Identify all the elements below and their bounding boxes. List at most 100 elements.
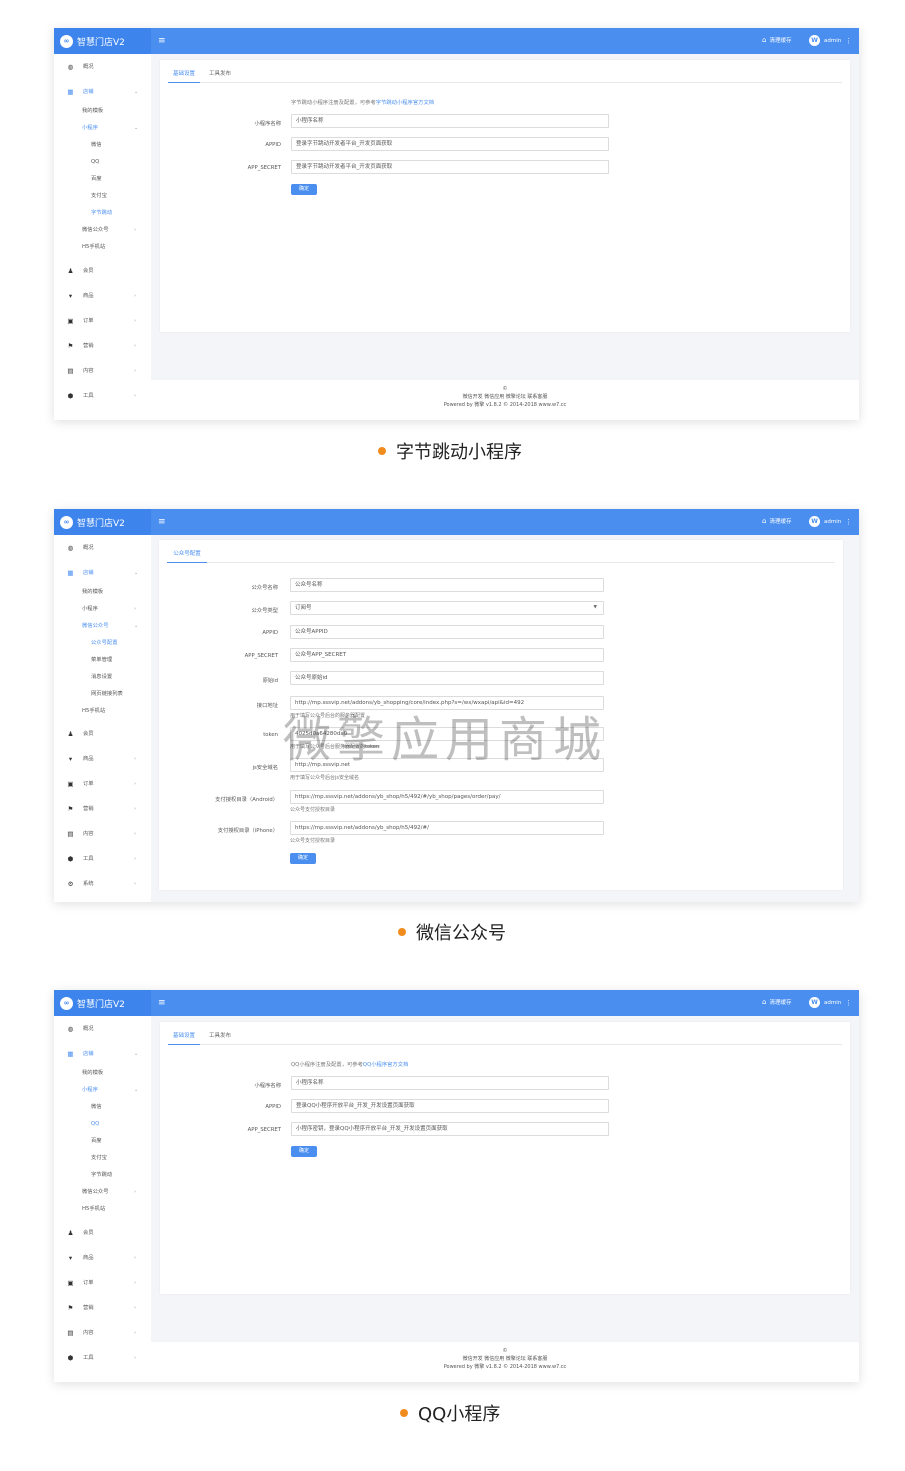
sidebar-item-my-templates[interactable]: 我的模板 bbox=[54, 1066, 151, 1080]
sidebar-item-orders[interactable]: ▣ 订单 › bbox=[54, 314, 151, 328]
app-secret-input[interactable]: 公众号APP_SECRET bbox=[290, 648, 604, 662]
sidebar-item-wechat[interactable]: 微信 bbox=[54, 1100, 151, 1114]
menu-toggle-icon[interactable]: ≡ bbox=[158, 516, 166, 528]
sidebar-item-label: 公众号配置 bbox=[91, 640, 118, 646]
sidebar-item-members[interactable]: ♟ 会员 bbox=[54, 727, 151, 741]
sidebar-item-baidu[interactable]: 百度 bbox=[54, 1134, 151, 1148]
sidebar-item-content[interactable]: ▤ 内容 › bbox=[54, 364, 151, 378]
sidebar-item-marketing[interactable]: ⚑ 营销 › bbox=[54, 1301, 151, 1315]
footer-links[interactable]: 微信开发 微信应用 微擎论坛 联系客服 bbox=[151, 1355, 859, 1363]
sidebar-item-store[interactable]: ▦ 店铺 ⌄ bbox=[54, 566, 151, 580]
clear-cache-button[interactable]: ⌂ 清理缓存 bbox=[762, 517, 791, 525]
tab-tool-publish[interactable]: 工具发布 bbox=[204, 1028, 236, 1045]
sidebar-item-account-config[interactable]: 公众号配置 bbox=[54, 636, 151, 650]
sidebar-item-store[interactable]: ▦ 店铺 ⌄ bbox=[54, 1047, 151, 1061]
sidebar-item-qq[interactable]: QQ bbox=[54, 1117, 151, 1131]
sidebar-item-alipay[interactable]: 支付宝 bbox=[54, 189, 151, 203]
sidebar-item-system[interactable]: ⚙ 系统 › bbox=[54, 877, 151, 891]
app-secret-input[interactable]: 登录字节跳动开发者平台_开发页面获取 bbox=[291, 160, 609, 174]
sidebar-item-label: 系统 bbox=[83, 881, 94, 887]
appid-input[interactable]: 公众号APPID bbox=[290, 625, 604, 639]
sidebar-item-menu-management[interactable]: 菜单管理 bbox=[54, 653, 151, 667]
sidebar-item-tools[interactable]: ⬢ 工具 › bbox=[54, 852, 151, 866]
app-secret-input[interactable]: 小程序密钥，登录QQ小程序开放平台_开发_开发设置页面获取 bbox=[291, 1122, 609, 1136]
sidebar-item-goods[interactable]: ▾ 商品 › bbox=[54, 752, 151, 766]
user-menu[interactable]: W admin ⋮ bbox=[809, 997, 852, 1008]
sidebar-item-orders[interactable]: ▣ 订单 › bbox=[54, 1276, 151, 1290]
sidebar-item-bytedance[interactable]: 字节跳动 bbox=[54, 1168, 151, 1182]
appid-input[interactable]: 登录QQ小程序开放平台_开发_开发设置页面获取 bbox=[291, 1099, 609, 1113]
sidebar-item-baidu[interactable]: 百度 bbox=[54, 172, 151, 186]
sidebar-item-goods[interactable]: ▾ 商品 › bbox=[54, 289, 151, 303]
sidebar-item-label: 字节跳动 bbox=[91, 1172, 113, 1178]
user-menu[interactable]: W admin ⋮ bbox=[809, 35, 852, 46]
sidebar-item-h5-site[interactable]: H5手机站 bbox=[54, 1202, 151, 1216]
submit-button[interactable]: 确定 bbox=[291, 1146, 317, 1157]
user-menu[interactable]: W admin ⋮ bbox=[809, 516, 852, 527]
clear-cache-button[interactable]: ⌂ 清理缓存 bbox=[762, 998, 791, 1006]
sidebar-item-tools[interactable]: ⬢ 工具 › bbox=[54, 389, 151, 403]
sidebar-item-overview[interactable]: ◍ 概况 bbox=[54, 1022, 151, 1036]
sidebar-item-my-templates[interactable]: 我的模板 bbox=[54, 585, 151, 599]
sidebar-item-official-account[interactable]: 微信公众号 › bbox=[54, 223, 151, 237]
account-type-select[interactable]: 订阅号 ▼ bbox=[290, 601, 604, 615]
clear-cache-button[interactable]: ⌂ 清理缓存 bbox=[762, 36, 791, 44]
brand-logo-icon: ∞ bbox=[60, 515, 73, 529]
sidebar-item-marketing[interactable]: ⚑ 营销 › bbox=[54, 802, 151, 816]
menu-toggle-icon[interactable]: ≡ bbox=[158, 997, 166, 1009]
sidebar-item-overview[interactable]: ◍ 概况 bbox=[54, 60, 151, 74]
sidebar-item-content[interactable]: ▤ 内容 › bbox=[54, 827, 151, 841]
sidebar-item-label: 微信公众号 bbox=[82, 1189, 109, 1195]
more-vert-icon[interactable]: ⋮ bbox=[845, 37, 852, 45]
sidebar-item-mini-program[interactable]: 小程序 ⌄ bbox=[54, 121, 151, 135]
account-name-input[interactable]: 公众号名称 bbox=[290, 578, 604, 592]
more-vert-icon[interactable]: ⋮ bbox=[845, 518, 852, 526]
sidebar-item-overview[interactable]: ◍ 概况 bbox=[54, 541, 151, 555]
sidebar-item-alipay[interactable]: 支付宝 bbox=[54, 1151, 151, 1165]
sidebar-item-orders[interactable]: ▣ 订单 › bbox=[54, 777, 151, 791]
caption-dot bbox=[398, 928, 406, 936]
sidebar-item-mini-program[interactable]: 小程序 › bbox=[54, 602, 151, 616]
sidebar-item-goods[interactable]: ▾ 商品 › bbox=[54, 1251, 151, 1265]
pay-dir-android-input[interactable]: https://mp.sssvip.net/addons/yb_shop/h5/… bbox=[290, 790, 604, 804]
sidebar-item-members[interactable]: ♟ 会员 bbox=[54, 1226, 151, 1240]
docs-link[interactable]: 字节跳动小程序官方文档 bbox=[376, 100, 434, 106]
sidebar-item-my-templates[interactable]: 我的模板 bbox=[54, 104, 151, 118]
tab-basic-settings[interactable]: 基础设置 bbox=[168, 1028, 200, 1045]
footer-links[interactable]: 微信开发 微信应用 微擎论坛 联系客服 bbox=[151, 393, 859, 401]
sidebar-item-h5-site[interactable]: H5手机站 bbox=[54, 240, 151, 254]
sidebar-item-official-account[interactable]: 微信公众号 ⌄ bbox=[54, 619, 151, 633]
submit-button[interactable]: 确定 bbox=[290, 853, 316, 864]
brand[interactable]: ∞ 智慧门店V2 bbox=[54, 509, 151, 535]
mini-program-name-input[interactable]: 小程序名称 bbox=[291, 114, 609, 128]
sidebar-item-marketing[interactable]: ⚑ 营销 › bbox=[54, 339, 151, 353]
sidebar-item-official-account[interactable]: 微信公众号 › bbox=[54, 1185, 151, 1199]
tab-tool-publish[interactable]: 工具发布 bbox=[204, 66, 236, 83]
sidebar-item-store[interactable]: ▦ 店铺 ⌄ bbox=[54, 85, 151, 99]
sidebar-item-members[interactable]: ♟ 会员 bbox=[54, 264, 151, 278]
brand[interactable]: ∞ 智慧门店V2 bbox=[54, 28, 151, 54]
appid-input[interactable]: 登录字节跳动开发者平台_开发页面获取 bbox=[291, 137, 609, 151]
document-icon: ▤ bbox=[67, 367, 74, 375]
sidebar-item-mini-program[interactable]: 小程序 ⌄ bbox=[54, 1083, 151, 1097]
sidebar-item-content[interactable]: ▤ 内容 › bbox=[54, 1326, 151, 1340]
chevron-down-icon: ⌄ bbox=[134, 125, 139, 131]
mini-program-name-input[interactable]: 小程序名称 bbox=[291, 1076, 609, 1090]
sidebar-item-bytedance[interactable]: 字节跳动 bbox=[54, 206, 151, 220]
sidebar-item-message-settings[interactable]: 消息设置 bbox=[54, 670, 151, 684]
more-vert-icon[interactable]: ⋮ bbox=[845, 999, 852, 1007]
pay-dir-iphone-input[interactable]: https://mp.sssvip.net/addons/yb_shop/h5/… bbox=[290, 821, 604, 835]
sidebar-item-tools[interactable]: ⬢ 工具 › bbox=[54, 1351, 151, 1365]
field-label: APP_SECRET bbox=[244, 653, 278, 659]
tab-account-config[interactable]: 公众号配置 bbox=[167, 546, 207, 563]
brand[interactable]: ∞ 智慧门店V2 bbox=[54, 990, 151, 1016]
menu-toggle-icon[interactable]: ≡ bbox=[158, 35, 166, 47]
sidebar-item-wechat[interactable]: 微信 bbox=[54, 138, 151, 152]
tab-basic-settings[interactable]: 基础设置 bbox=[168, 66, 200, 83]
sidebar-item-h5-site[interactable]: H5手机站 bbox=[54, 704, 151, 718]
sidebar-item-link-list[interactable]: 网页链接列表 bbox=[54, 687, 151, 701]
original-id-input[interactable]: 公众号原始id bbox=[290, 671, 604, 685]
docs-link[interactable]: QQ小程序官方文档 bbox=[363, 1062, 408, 1068]
sidebar-item-qq[interactable]: QQ bbox=[54, 155, 151, 169]
submit-button[interactable]: 确定 bbox=[291, 184, 317, 195]
